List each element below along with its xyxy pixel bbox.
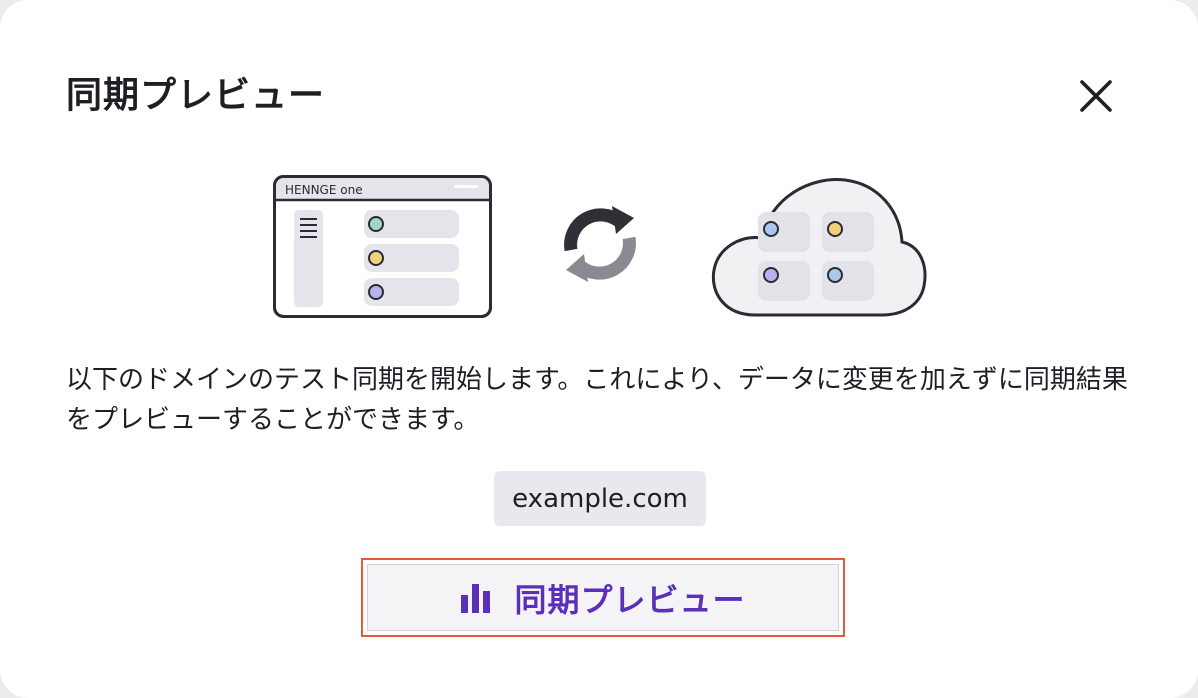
domain-chip: example.com (494, 471, 706, 526)
dialog-description: 以下のドメインのテスト同期を開始します。これにより、データに変更を加えずに同期結… (66, 365, 1128, 435)
close-icon (1080, 80, 1112, 112)
sync-preview-button-body[interactable]: 同期プレビュー (367, 564, 839, 631)
sync-preview-button[interactable]: 同期プレビュー (361, 558, 845, 637)
close-button[interactable] (1068, 68, 1124, 124)
sync-arrows-icon (564, 206, 636, 282)
app-window-illustration: HENNGE one (273, 175, 492, 318)
bar-chart-icon (461, 583, 491, 613)
app-window-brand: HENNGE one (285, 183, 363, 197)
cloud-icon (711, 178, 927, 317)
sync-preview-dialog: 同期プレビュー HENNGE one 以下のドメインのテスト同期を開始します。こ… (0, 0, 1198, 698)
sync-illustration: HENNGE one (273, 175, 927, 318)
dialog-title: 同期プレビュー (66, 75, 326, 116)
sync-preview-button-label: 同期プレビュー (514, 580, 746, 619)
